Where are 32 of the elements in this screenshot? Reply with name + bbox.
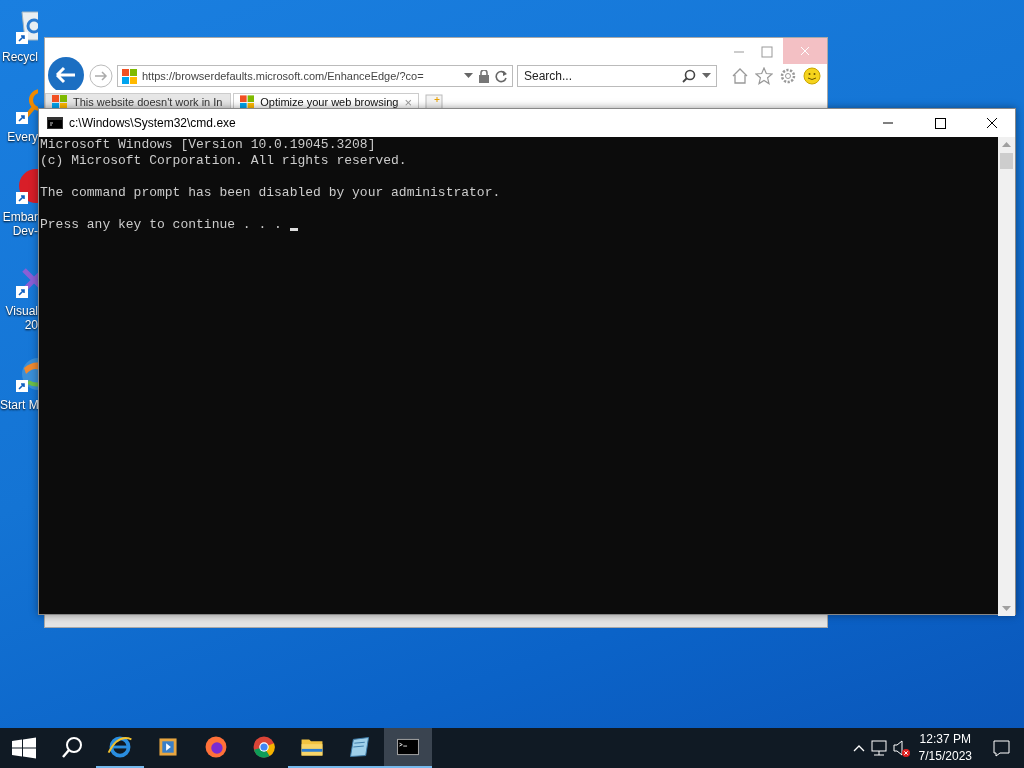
home-icon[interactable] xyxy=(731,67,749,85)
console-text: The command prompt has been disabled by your administrator. xyxy=(40,185,502,201)
desktop-icon-label[interactable]: Visual 20 xyxy=(0,304,38,332)
app-icon[interactable] xyxy=(14,166,38,204)
windows-logo-icon xyxy=(52,94,67,110)
dropdown-icon[interactable] xyxy=(464,73,473,79)
search-field[interactable]: Search... xyxy=(517,65,717,87)
console-text: Microsoft Windows [Version 10.0.19045.3208] xyxy=(40,137,377,153)
window-title: c:\Windows\System32\cmd.exe xyxy=(69,116,237,130)
console-text: (c) Microsoft Corporation. All rights reserved. xyxy=(40,153,408,169)
desktop-icon-label[interactable]: Embar Dev- xyxy=(0,210,38,238)
address-bar[interactable]: https://browserdefaults.microsoft.com/EnhanceEdge/?co= xyxy=(117,65,513,87)
console-icon[interactable] xyxy=(384,728,432,768)
clock-time[interactable]: 12:37 PM xyxy=(918,731,972,748)
scrollbar[interactable] xyxy=(998,137,1015,616)
refresh-icon[interactable] xyxy=(495,69,508,83)
desktop-icon-label[interactable]: Start M xyxy=(0,398,38,412)
console-icon xyxy=(47,117,63,129)
star-icon[interactable] xyxy=(755,67,773,85)
desktop-icon-label[interactable]: Recycl xyxy=(0,50,38,64)
lock-icon xyxy=(478,69,490,83)
settings-icon[interactable] xyxy=(779,67,797,85)
desktop-icon-label[interactable]: Every xyxy=(0,130,38,144)
smiley-icon[interactable] xyxy=(803,67,821,85)
tab-close-button[interactable]: × xyxy=(404,94,412,110)
windows-logo-icon xyxy=(122,68,137,84)
new-tab-icon[interactable] xyxy=(425,94,443,110)
search-icon[interactable] xyxy=(682,69,696,83)
clock-date[interactable]: 7/15/2023 xyxy=(918,748,972,765)
console-text: Press any key to continue . . . xyxy=(40,217,283,233)
windows-logo-icon xyxy=(240,94,255,110)
dropdown-icon[interactable] xyxy=(702,73,711,79)
